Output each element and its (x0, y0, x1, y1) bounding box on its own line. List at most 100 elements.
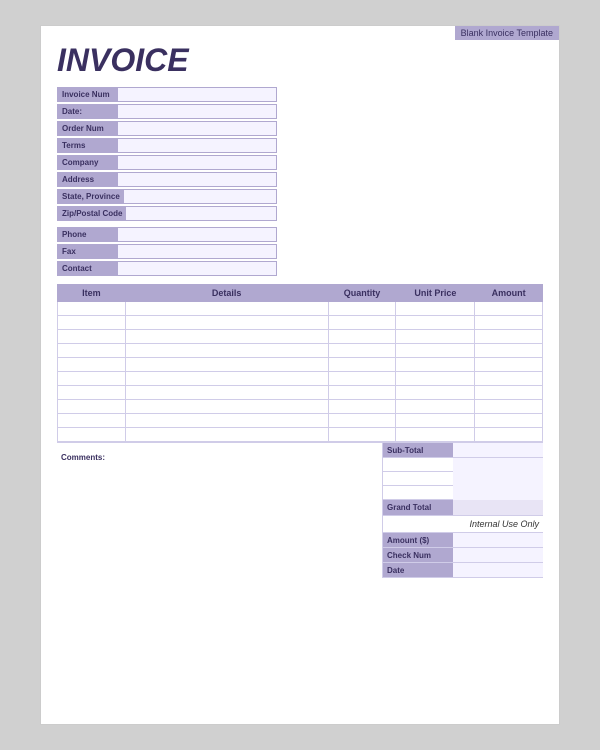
col-header-amount: Amount (475, 285, 543, 302)
cell-5-1[interactable] (125, 372, 328, 386)
cell-7-2[interactable] (328, 400, 396, 414)
cell-7-0[interactable] (58, 400, 126, 414)
contact-field-value-2[interactable] (118, 262, 276, 275)
cell-0-2[interactable] (328, 302, 396, 316)
cell-5-3[interactable] (396, 372, 475, 386)
table-row (58, 358, 543, 372)
table-row (58, 316, 543, 330)
cell-4-3[interactable] (396, 358, 475, 372)
empty-value-2 (453, 472, 543, 486)
cell-5-4[interactable] (475, 372, 543, 386)
cell-6-1[interactable] (125, 386, 328, 400)
invoice-info-row: Invoice Num (57, 87, 277, 102)
cell-6-3[interactable] (396, 386, 475, 400)
empty-value-3 (453, 486, 543, 500)
cell-8-0[interactable] (58, 414, 126, 428)
empty-row-3 (383, 486, 543, 500)
empty-row-1 (383, 458, 543, 472)
table-row (58, 330, 543, 344)
address-field-value-1[interactable] (118, 173, 276, 186)
cell-8-4[interactable] (475, 414, 543, 428)
cell-4-4[interactable] (475, 358, 543, 372)
address-field-value-3[interactable] (126, 207, 276, 220)
contact-info-row: Phone (57, 227, 277, 242)
address-field-value-0[interactable] (118, 156, 276, 169)
address-field-label-1: Address (58, 173, 118, 186)
line-items-table: Item Details Quantity Unit Price Amount (57, 284, 543, 442)
cell-4-2[interactable] (328, 358, 396, 372)
cell-0-3[interactable] (396, 302, 475, 316)
invoice-info-row: Order Num (57, 121, 277, 136)
invoice-field-value-1[interactable] (118, 105, 276, 118)
cell-3-0[interactable] (58, 344, 126, 358)
cell-1-3[interactable] (396, 316, 475, 330)
cell-8-1[interactable] (125, 414, 328, 428)
col-header-item: Item (58, 285, 126, 302)
contact-field-value-0[interactable] (118, 228, 276, 241)
contact-field-label-0: Phone (58, 228, 118, 241)
address-field-label-2: State, Province (58, 190, 124, 203)
cell-2-2[interactable] (328, 330, 396, 344)
payment-value-1[interactable] (453, 548, 543, 562)
cell-1-4[interactable] (475, 316, 543, 330)
cell-3-4[interactable] (475, 344, 543, 358)
cell-2-0[interactable] (58, 330, 126, 344)
contact-field-label-2: Contact (58, 262, 118, 275)
table-row (58, 302, 543, 316)
cell-0-1[interactable] (125, 302, 328, 316)
cell-1-1[interactable] (125, 316, 328, 330)
cell-4-0[interactable] (58, 358, 126, 372)
cell-3-3[interactable] (396, 344, 475, 358)
cell-9-2[interactable] (328, 428, 396, 442)
cell-2-1[interactable] (125, 330, 328, 344)
address-info-row: State, Province (57, 189, 277, 204)
payment-value-2[interactable] (453, 563, 543, 577)
cell-8-3[interactable] (396, 414, 475, 428)
cell-3-1[interactable] (125, 344, 328, 358)
cell-1-0[interactable] (58, 316, 126, 330)
comments-area: Comments: (57, 443, 383, 578)
cell-7-3[interactable] (396, 400, 475, 414)
invoice-field-value-3[interactable] (118, 139, 276, 152)
cell-9-4[interactable] (475, 428, 543, 442)
cell-0-4[interactable] (475, 302, 543, 316)
payment-row: Check Num (383, 548, 543, 563)
cell-4-1[interactable] (125, 358, 328, 372)
table-row (58, 372, 543, 386)
cell-9-0[interactable] (58, 428, 126, 442)
cell-5-2[interactable] (328, 372, 396, 386)
cell-1-2[interactable] (328, 316, 396, 330)
address-field-value-2[interactable] (124, 190, 276, 203)
cell-7-4[interactable] (475, 400, 543, 414)
cell-8-2[interactable] (328, 414, 396, 428)
col-header-quantity: Quantity (328, 285, 396, 302)
address-field-label-3: Zip/Postal Code (58, 207, 126, 220)
contact-field-value-1[interactable] (118, 245, 276, 258)
cell-6-4[interactable] (475, 386, 543, 400)
payment-value-0[interactable] (453, 533, 543, 547)
cell-7-1[interactable] (125, 400, 328, 414)
cell-2-3[interactable] (396, 330, 475, 344)
payment-label-0: Amount ($) (383, 533, 453, 547)
empty-value-1 (453, 458, 543, 472)
table-row (58, 386, 543, 400)
payment-row: Amount ($) (383, 533, 543, 548)
invoice-field-value-2[interactable] (118, 122, 276, 135)
invoice-field-label-1: Date: (58, 105, 118, 118)
bottom-section: Comments: Sub-Total (57, 442, 543, 578)
invoice-field-value-0[interactable] (118, 88, 276, 101)
cell-6-2[interactable] (328, 386, 396, 400)
template-badge: Blank Invoice Template (455, 26, 559, 40)
cell-5-0[interactable] (58, 372, 126, 386)
grand-total-row: Grand Total (383, 500, 543, 516)
cell-2-4[interactable] (475, 330, 543, 344)
table-row (58, 400, 543, 414)
cell-9-1[interactable] (125, 428, 328, 442)
invoice-info-row: Terms (57, 138, 277, 153)
cell-0-0[interactable] (58, 302, 126, 316)
cell-9-3[interactable] (396, 428, 475, 442)
cell-3-2[interactable] (328, 344, 396, 358)
cell-6-0[interactable] (58, 386, 126, 400)
empty-label-2 (383, 472, 453, 485)
payment-label-2: Date (383, 563, 453, 577)
